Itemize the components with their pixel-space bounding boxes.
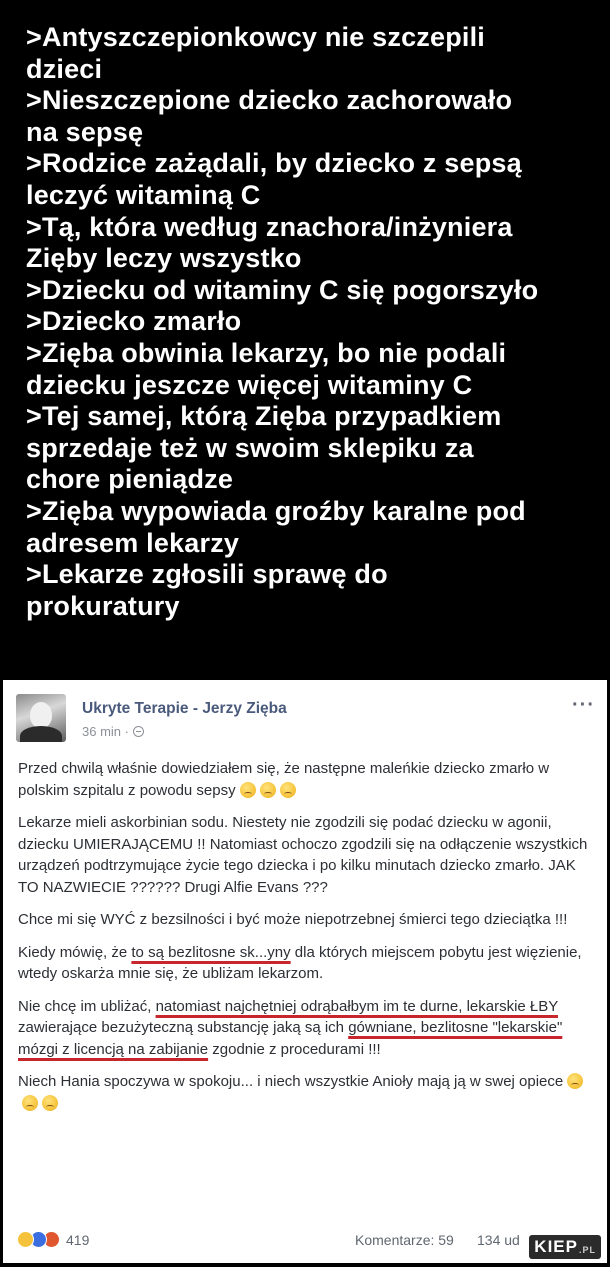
greentext-line: dziecku jeszcze więcej witaminy C [26, 369, 473, 400]
facebook-post: Ukryte Terapie - Jerzy Zięba 36 min · ··… [3, 680, 607, 1263]
greentext-line: >Dziecku od witaminy C się pogorszyło [26, 274, 539, 305]
greentext-line: >Nieszczepione dziecko zachorowało [26, 85, 513, 116]
greentext-line: >Rodzice zażądali, by dziecko z sepsą [26, 148, 522, 179]
greentext-line: >Dziecko zmarło [26, 306, 242, 337]
page-name-link[interactable]: Ukryte Terapie - Jerzy Zięba [82, 700, 287, 718]
post-paragraph: Niech Hania spoczywa w spokoju... i niec… [18, 1071, 593, 1114]
post-paragraph: Kiedy mówię, że to są bezlitosne sk...yn… [18, 942, 593, 985]
post-paragraph: Chce mi się WYĆ z bezsilności i być może… [18, 911, 568, 928]
avatar[interactable] [16, 694, 66, 742]
greentext-line: >Zięba wypowiada groźby karalne pod [26, 495, 526, 526]
sad-face-emoji [239, 781, 256, 798]
comments-count-link[interactable]: Komentarze: 59 [355, 1232, 454, 1248]
underlined-text: to są bezlitosne sk...yny [131, 943, 291, 961]
sad-face-emoji [279, 781, 296, 798]
sad-face-emoji [22, 1094, 38, 1111]
watermark-text: KIEP [534, 1237, 578, 1256]
sad-reaction-icon [17, 1231, 34, 1248]
post-body: Przed chwilą właśnie dowiedziałem się, ż… [18, 758, 593, 1125]
greentext-line: >Lekarze zgłosili sprawę do [26, 559, 388, 590]
reactions-summary[interactable]: 419 [17, 1231, 89, 1248]
post-footer: 419 Komentarze: 59 134 ud KIEP .PL [3, 1217, 607, 1263]
post-paragraph: Nie chcę im ubliżać, natomiast najchętni… [18, 996, 593, 1061]
more-options-button[interactable]: ··· [572, 694, 595, 717]
sad-face-emoji [42, 1094, 58, 1111]
post-text: zawierające bezużyteczną substancję jaką… [18, 1019, 349, 1036]
sad-face-emoji [259, 781, 276, 798]
post-timestamp[interactable]: 36 min · [82, 724, 129, 739]
watermark-suffix: .PL [578, 1245, 596, 1255]
greentext-line: prokuratury [26, 590, 180, 621]
greentext-line: dzieci [26, 53, 103, 84]
post-text: Niech Hania spoczywa w spokoju... i niec… [18, 1073, 564, 1090]
greentext-line: sprzedaje też w swoim sklepiku za [26, 432, 474, 463]
greentext-line: >Tą, która według znachora/inżyniera [26, 211, 513, 242]
post-text: Kiedy mówię, że [18, 943, 132, 961]
shares-count-link[interactable]: 134 ud [477, 1232, 520, 1248]
greentext-line: >Tej samej, którą Zięba przypadkiem [26, 401, 502, 432]
greentext-line: leczyć witaminą C [26, 179, 261, 210]
globe-icon [132, 726, 144, 737]
site-watermark-logo: KIEP .PL [529, 1235, 601, 1259]
post-paragraph: Lekarze mieli askorbinian sodu. Niestety… [18, 814, 588, 896]
greentext-panel: >Antyszczepionkowcy nie szczepili dzieci… [0, 0, 610, 676]
greentext-line: adresem lekarzy [26, 527, 240, 558]
greentext-line: >Zięba obwinia lekarzy, bo nie podali [26, 337, 507, 368]
avatar-face [30, 702, 52, 728]
post-text: Nie chcę im ubliżać, [18, 997, 156, 1015]
post-paragraph: Przed chwilą właśnie dowiedziałem się, ż… [18, 758, 593, 801]
avatar-shoulders [20, 726, 62, 742]
underlined-text: natomiast najchętniej odrąbałbym im te d… [155, 997, 558, 1015]
greentext-line: >Antyszczepionkowcy nie szczepili [26, 22, 485, 52]
sad-face-emoji [567, 1073, 584, 1089]
post-text: zgodnie z procedurami !!! [208, 1040, 381, 1058]
post-meta: 36 min · [82, 724, 144, 739]
post-header: Ukryte Terapie - Jerzy Zięba 36 min · ··… [3, 680, 607, 750]
reaction-count: 419 [66, 1231, 90, 1248]
greentext-line: chore pieniądze [26, 464, 234, 495]
greentext-line: Zięby leczy wszystko [26, 243, 302, 274]
greentext-line: na sepsę [26, 116, 144, 147]
